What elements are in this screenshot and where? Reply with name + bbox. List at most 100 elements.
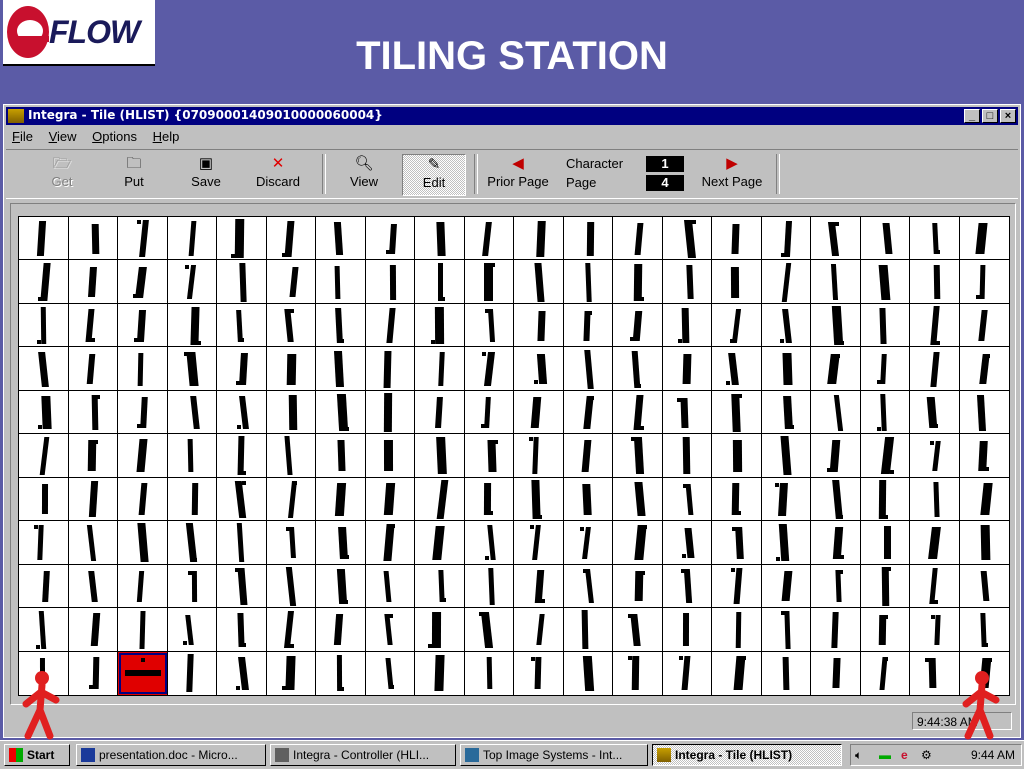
tile-cell[interactable] bbox=[860, 521, 910, 565]
tile-cell[interactable] bbox=[662, 347, 712, 391]
tile-cell[interactable] bbox=[860, 564, 910, 609]
tile-cell[interactable] bbox=[464, 608, 514, 652]
tile-cell[interactable] bbox=[167, 303, 217, 348]
tile-cell[interactable] bbox=[365, 434, 415, 478]
tile-cell[interactable] bbox=[415, 260, 465, 304]
tile-cell[interactable] bbox=[959, 521, 1009, 565]
tile-cell[interactable] bbox=[217, 217, 267, 261]
tile-cell[interactable] bbox=[68, 390, 118, 435]
tile-cell[interactable] bbox=[365, 564, 415, 609]
tile-cell[interactable] bbox=[959, 217, 1009, 261]
tile-cell[interactable] bbox=[19, 608, 69, 652]
tile-cell[interactable] bbox=[266, 347, 316, 391]
tile-cell[interactable] bbox=[68, 347, 118, 391]
tile-cell[interactable] bbox=[266, 521, 316, 565]
tile-cell[interactable] bbox=[217, 260, 267, 304]
tile-cell[interactable] bbox=[514, 390, 564, 435]
tile-cell[interactable] bbox=[514, 651, 564, 695]
tile-cell[interactable] bbox=[613, 564, 663, 609]
tile-cell[interactable] bbox=[860, 390, 910, 435]
tile-cell[interactable] bbox=[415, 217, 465, 261]
tile-cell[interactable] bbox=[118, 217, 168, 261]
tile-cell[interactable] bbox=[712, 477, 762, 522]
tile-cell[interactable] bbox=[68, 434, 118, 478]
tile-cell[interactable] bbox=[365, 390, 415, 435]
maximize-button[interactable]: □ bbox=[982, 109, 998, 123]
tile-cell[interactable] bbox=[712, 564, 762, 609]
tile-cell[interactable] bbox=[316, 347, 366, 391]
menu-options[interactable]: Options bbox=[86, 127, 143, 146]
tile-cell[interactable] bbox=[910, 217, 960, 261]
tile-cell[interactable] bbox=[415, 477, 465, 522]
tile-cell[interactable] bbox=[68, 608, 118, 652]
tile-cell[interactable] bbox=[266, 217, 316, 261]
network-tray-icon[interactable]: ▬ bbox=[879, 745, 891, 766]
tile-cell[interactable] bbox=[613, 521, 663, 565]
tile-cell[interactable] bbox=[19, 217, 69, 261]
tile-cell[interactable] bbox=[910, 390, 960, 435]
tile-cell[interactable] bbox=[563, 260, 613, 304]
tile-cell[interactable] bbox=[861, 651, 910, 695]
minimize-button[interactable]: _ bbox=[964, 109, 980, 123]
tile-cell[interactable] bbox=[959, 347, 1009, 391]
tile-cell[interactable] bbox=[167, 564, 217, 609]
tile-cell[interactable] bbox=[316, 390, 366, 435]
tile-cell[interactable] bbox=[811, 260, 861, 304]
menu-view[interactable]: View bbox=[43, 127, 83, 146]
tile-cell[interactable] bbox=[464, 434, 514, 478]
tile-cell[interactable] bbox=[68, 217, 118, 261]
tile-cell[interactable] bbox=[514, 521, 564, 565]
next-page-button[interactable]: ▶ Next Page bbox=[696, 154, 768, 194]
tile-cell[interactable] bbox=[514, 608, 564, 652]
tile-cell[interactable] bbox=[712, 651, 762, 695]
tile-cell[interactable] bbox=[167, 434, 217, 478]
tile-cell[interactable] bbox=[761, 521, 811, 565]
tile-cell[interactable] bbox=[19, 390, 69, 435]
get-button[interactable]: 🗁 Get bbox=[34, 154, 90, 194]
tile-cell[interactable] bbox=[811, 564, 861, 609]
tile-cell[interactable] bbox=[860, 477, 910, 522]
tile-cell[interactable] bbox=[167, 477, 217, 522]
tile-cell[interactable] bbox=[910, 651, 960, 695]
tile-cell[interactable] bbox=[910, 521, 960, 565]
tile-cell[interactable] bbox=[712, 347, 762, 391]
tile-cell[interactable] bbox=[910, 434, 960, 478]
tile-cell[interactable] bbox=[464, 564, 514, 609]
tile-cell[interactable] bbox=[563, 477, 613, 522]
edit-button[interactable]: ✎ Edit bbox=[402, 154, 466, 196]
tile-cell[interactable] bbox=[167, 608, 217, 652]
tile-cell[interactable] bbox=[761, 303, 811, 348]
tile-cell[interactable] bbox=[316, 434, 366, 478]
tile-cell[interactable] bbox=[464, 303, 514, 348]
start-button[interactable]: Start bbox=[4, 744, 70, 766]
tile-cell[interactable] bbox=[415, 390, 465, 435]
tile-cell[interactable] bbox=[118, 390, 168, 435]
tile-cell[interactable] bbox=[712, 303, 762, 348]
tile-cell[interactable] bbox=[563, 564, 613, 609]
tile-cell[interactable] bbox=[761, 477, 811, 522]
tile-cell[interactable] bbox=[860, 217, 910, 261]
tile-cell[interactable] bbox=[712, 434, 762, 478]
tile-cell[interactable] bbox=[613, 217, 663, 261]
tile-cell[interactable] bbox=[811, 651, 861, 695]
tile-cell[interactable] bbox=[712, 260, 762, 304]
tile-cell[interactable] bbox=[365, 260, 415, 304]
tile-cell[interactable] bbox=[415, 434, 465, 478]
tile-cell[interactable] bbox=[217, 477, 267, 522]
tile-cell[interactable] bbox=[266, 390, 316, 435]
task-controller[interactable]: Integra - Controller (HLI... bbox=[270, 744, 456, 766]
tile-cell[interactable] bbox=[761, 564, 811, 609]
save-button[interactable]: ▣ Save bbox=[178, 154, 234, 194]
window-titlebar[interactable]: Integra - Tile (HLIST) {0709000140901000… bbox=[6, 107, 1018, 125]
tile-cell[interactable] bbox=[959, 434, 1009, 478]
tile-cell[interactable] bbox=[514, 564, 564, 609]
tile-cell[interactable] bbox=[464, 477, 514, 522]
tile-cell[interactable] bbox=[811, 608, 861, 652]
close-button[interactable]: × bbox=[1000, 109, 1016, 123]
tile-cell[interactable] bbox=[316, 651, 366, 695]
eflow-tray-icon[interactable]: e bbox=[901, 745, 908, 766]
tile-cell[interactable] bbox=[514, 347, 564, 391]
tile-cell[interactable] bbox=[910, 260, 960, 304]
tile-cell[interactable] bbox=[761, 608, 811, 652]
tile-cell[interactable] bbox=[316, 260, 366, 304]
